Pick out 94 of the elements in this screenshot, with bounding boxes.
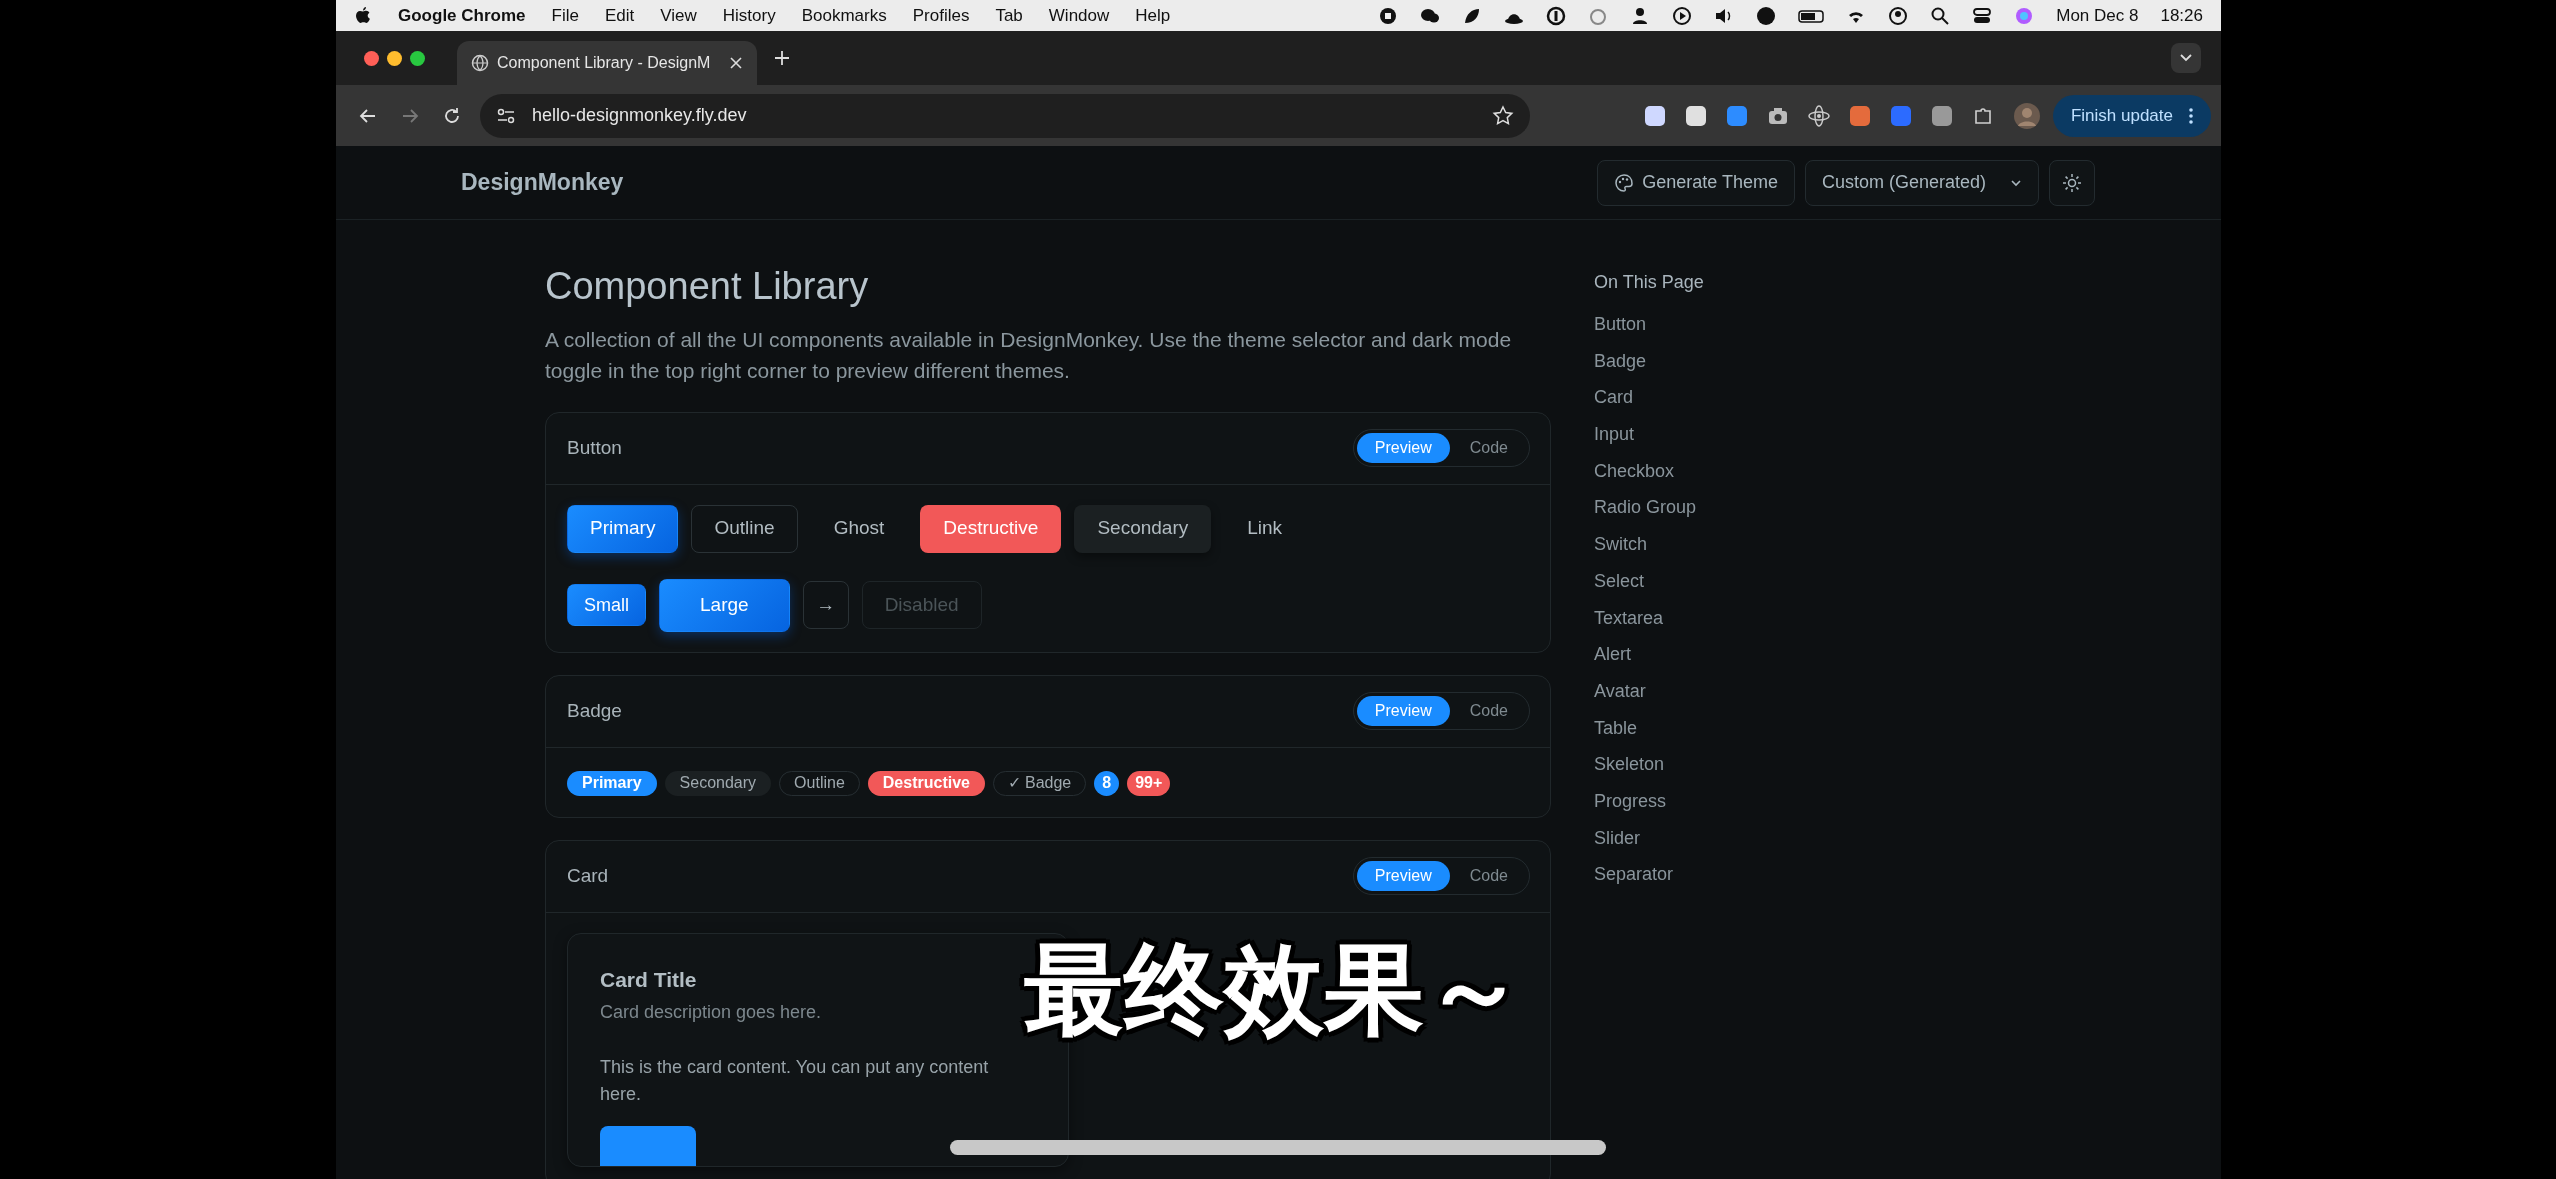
toc-link[interactable]: Checkbox xyxy=(1594,457,1704,495)
toc-link[interactable]: Skeleton xyxy=(1594,751,1704,788)
badge-label: 99+ xyxy=(1127,770,1171,796)
subtitle-caption: 最终效果～ xyxy=(1024,935,1524,1045)
menu-item[interactable]: Edit xyxy=(604,2,635,29)
toc-link[interactable]: Textarea xyxy=(1594,604,1704,642)
close-icon[interactable] xyxy=(729,56,743,70)
toc-link[interactable]: Radio Group xyxy=(1594,494,1704,532)
apple-icon[interactable] xyxy=(354,5,372,26)
sun-icon xyxy=(2062,172,2082,193)
view-tab[interactable]: Code xyxy=(1451,696,1526,727)
badge-label: Secondary xyxy=(664,770,772,796)
page-title: Component Library xyxy=(545,264,870,309)
menu-item[interactable]: Profiles xyxy=(912,2,970,29)
menu-bar-time: 18:26 xyxy=(2160,4,2203,27)
menu-item[interactable]: Bookmarks xyxy=(801,2,887,29)
demo-button[interactable]: Primary xyxy=(567,504,679,553)
star-icon[interactable] xyxy=(1492,104,1514,127)
toc-link[interactable]: Alert xyxy=(1594,641,1704,678)
menu-item[interactable]: View xyxy=(660,2,697,29)
circle-icon[interactable] xyxy=(1546,5,1567,26)
reload-icon[interactable] xyxy=(442,105,462,126)
demo-button[interactable]: Link xyxy=(1224,504,1306,553)
brand-logo[interactable]: DesignMonkey xyxy=(461,165,624,200)
stop-icon[interactable] xyxy=(1378,5,1399,26)
badge-label: 8 xyxy=(1094,770,1120,796)
view-tab[interactable]: Preview xyxy=(1356,861,1450,892)
toc-link[interactable]: Button xyxy=(1594,311,1704,348)
siri-icon[interactable] xyxy=(2014,5,2035,26)
menu-bar-date: Mon Dec 8 xyxy=(2056,4,2139,27)
card-content: This is the card content. You can put any content here. xyxy=(600,1056,990,1107)
tab-title: Component Library - DesignM xyxy=(497,53,712,73)
address-bar[interactable]: hello-designmonkey.fly.dev xyxy=(480,93,1530,138)
account-icon[interactable] xyxy=(1888,5,1909,26)
toc-link[interactable]: Avatar xyxy=(1594,677,1704,715)
toc-link[interactable]: Table xyxy=(1594,714,1704,752)
menu-item[interactable]: File xyxy=(551,2,579,29)
globe-icon xyxy=(471,54,489,72)
toc-link[interactable]: Input xyxy=(1594,421,1704,458)
menu-item[interactable]: Window xyxy=(1048,2,1110,29)
demo-button[interactable]: Secondary xyxy=(1074,504,1212,553)
search-icon[interactable] xyxy=(1930,5,1951,26)
play-icon[interactable] xyxy=(1672,5,1693,26)
card-title: Card Title xyxy=(600,966,698,993)
view-tab[interactable]: Code xyxy=(1451,433,1526,464)
menu-item[interactable]: History xyxy=(722,2,776,29)
tab-search-icon[interactable] xyxy=(2171,43,2201,73)
toc-link[interactable]: Progress xyxy=(1594,787,1704,825)
minimize-window-button[interactable] xyxy=(387,50,402,66)
demo-button[interactable]: Destructive xyxy=(920,504,1062,553)
extension-icon[interactable] xyxy=(1643,104,1666,127)
close-window-button[interactable] xyxy=(364,50,379,66)
toc-link[interactable]: Select xyxy=(1594,567,1704,605)
demo-button[interactable]: Ghost xyxy=(810,504,908,553)
section-title: Button xyxy=(567,435,622,460)
section-title: Card xyxy=(567,863,609,888)
extension-icon[interactable] xyxy=(1848,104,1871,127)
atom-icon[interactable] xyxy=(1807,104,1830,127)
demo-button[interactable]: Outline xyxy=(691,504,798,553)
finish-update-button[interactable]: Finish update xyxy=(2052,94,2211,137)
extension-icon[interactable] xyxy=(1684,104,1707,127)
arrow-button[interactable]: → xyxy=(802,581,849,630)
extension-icon[interactable] xyxy=(1930,104,1953,127)
demo-button[interactable]: Small xyxy=(567,584,646,627)
demo-button[interactable]: Large xyxy=(659,578,790,632)
badge-label: Primary xyxy=(567,770,657,796)
generate-theme-button[interactable]: Generate Theme xyxy=(1597,159,1795,206)
toc-link[interactable]: Separator xyxy=(1594,861,1704,898)
view-tab[interactable]: Preview xyxy=(1356,433,1450,464)
app-name[interactable]: Google Chrome xyxy=(398,2,526,29)
toc-link[interactable]: Badge xyxy=(1594,347,1704,385)
toc-link[interactable]: Switch xyxy=(1594,531,1704,568)
more-icon xyxy=(2189,107,2193,124)
toc-link[interactable]: Card xyxy=(1594,384,1704,422)
view-tab[interactable]: Code xyxy=(1451,861,1526,892)
menu-item[interactable]: Tab xyxy=(995,2,1023,29)
toc-heading: On This Page xyxy=(1594,271,1704,294)
section-title: Badge xyxy=(567,698,622,723)
menu-item[interactable]: Help xyxy=(1135,2,1171,29)
card-description: Card description goes here. xyxy=(600,1001,823,1025)
view-tab[interactable]: Preview xyxy=(1356,696,1450,727)
badge-label: Destructive xyxy=(867,770,985,796)
palette-icon xyxy=(1614,172,1635,193)
toc-link[interactable]: Slider xyxy=(1594,824,1704,862)
action-button[interactable] xyxy=(600,1126,696,1167)
url-text: hello-designmonkey.fly.dev xyxy=(532,104,748,127)
theme-toggle-button[interactable] xyxy=(2049,159,2095,206)
control-center-icon[interactable] xyxy=(1972,5,1993,26)
theme-select[interactable]: Custom (Generated) xyxy=(1805,159,2039,206)
avatar-icon[interactable] xyxy=(2012,101,2041,130)
browser-tab[interactable]: Component Library - DesignM xyxy=(457,41,757,85)
new-tab-icon[interactable] xyxy=(773,49,791,67)
zoom-window-button[interactable] xyxy=(410,50,425,66)
page-description: A collection of all the UI components available in DesignMonkey. Use the theme selector and dark mode toggle in the top right corner to preview different themes. xyxy=(545,326,1513,384)
